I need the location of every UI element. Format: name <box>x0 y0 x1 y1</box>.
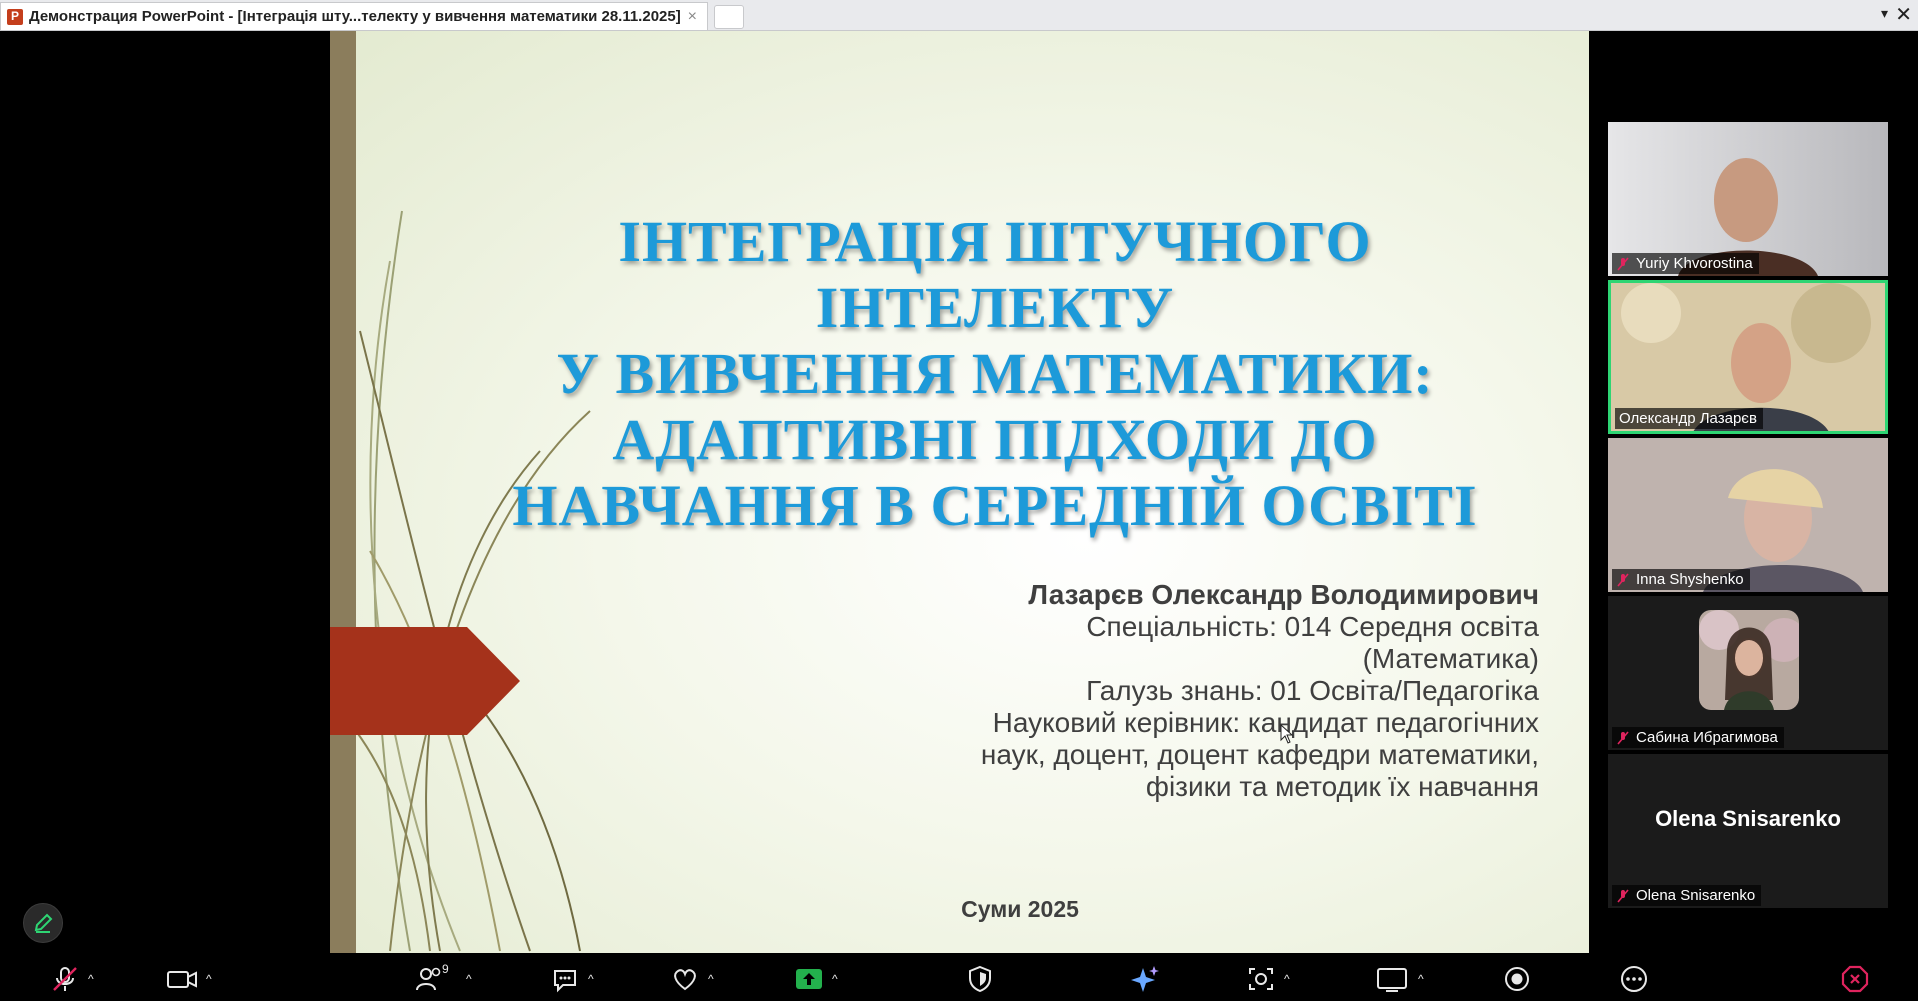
tab-title: Демонстрация PowerPoint - [Інтеграція шт… <box>29 8 681 25</box>
slide-title-line: АДАПТИВНІ ПІДХОДИ ДО <box>612 407 1378 472</box>
reactions-button[interactable]: ^ <box>670 964 714 994</box>
share-options-caret[interactable]: ^ <box>832 972 838 986</box>
video-camera-icon <box>167 971 197 988</box>
more-button[interactable] <box>1618 964 1650 994</box>
participants-count: 9 <box>442 962 449 976</box>
participants-options-caret[interactable]: ^ <box>466 972 472 986</box>
participant-name-tag: Inna Shyshenko <box>1612 569 1750 590</box>
slide-city-year: Суми 2025 <box>961 896 1079 922</box>
slide-author-info: Лазарєв Олександр Володимирович Спеціаль… <box>839 579 1539 803</box>
participant-tile[interactable]: Сабина Ибрагимова <box>1608 596 1888 750</box>
info-line: (Математика) <box>1362 643 1539 674</box>
leave-meeting-button[interactable] <box>1840 964 1870 994</box>
participant-name-tag: Olena Snisarenko <box>1612 885 1762 906</box>
leave-icon <box>1841 965 1869 993</box>
microphone-muted-icon <box>1617 888 1629 903</box>
slide-title: ІНТЕГРАЦІЯ ШТУЧНОГО ІНТЕЛЕКТУ У ВИВЧЕННЯ… <box>440 209 1550 539</box>
chat-icon <box>554 970 576 993</box>
annotate-button[interactable] <box>23 903 63 943</box>
participant-tile[interactable]: Inna Shyshenko <box>1608 438 1888 592</box>
slide-title-line: НАВЧАННЯ В СЕРЕДНІЙ ОСВІТІ <box>512 473 1478 538</box>
info-line: Галузь знань: 01 Освіта/Педагогіка <box>1086 675 1539 706</box>
participant-avatar <box>1699 610 1799 710</box>
microphone-muted-icon <box>1617 730 1629 745</box>
record-icon <box>1505 967 1529 991</box>
info-line: Науковий керівник: кандидат педагогічних <box>992 707 1539 738</box>
participant-display-name: Olena Snisarenko <box>1655 806 1841 831</box>
heart-icon <box>674 969 696 991</box>
shared-slide: ІНТЕГРАЦІЯ ШТУЧНОГО ІНТЕЛЕКТУ У ВИВЧЕННЯ… <box>330 31 1589 953</box>
chevron-down-icon[interactable]: ▾ <box>1881 5 1888 22</box>
reactions-options-caret[interactable]: ^ <box>708 972 714 986</box>
powerpoint-icon <box>7 8 23 25</box>
apps-button[interactable]: ^ <box>1246 964 1290 994</box>
mouse-cursor-icon <box>1280 724 1294 744</box>
chat-options-caret[interactable]: ^ <box>588 972 594 986</box>
share-screen-button[interactable]: ^ <box>794 964 838 994</box>
new-tab-button[interactable] <box>714 5 744 29</box>
window-close-icon[interactable]: ✕ <box>1895 2 1912 27</box>
participant-name-tag: Олександр Лазарєв <box>1615 408 1763 429</box>
info-line: Спеціальність: 014 Середня освіта <box>1086 611 1539 642</box>
shield-icon <box>969 965 991 993</box>
participant-name: Олександр Лазарєв <box>1619 410 1757 427</box>
microphone-muted-icon <box>1617 572 1629 587</box>
view-options-caret[interactable]: ^ <box>1418 972 1424 986</box>
sparkle-icon <box>1131 966 1159 992</box>
more-icon <box>1621 966 1647 992</box>
video-options-caret[interactable]: ^ <box>206 972 212 986</box>
screen-layout-icon <box>1377 968 1407 992</box>
slide-title-line: ІНТЕГРАЦІЯ ШТУЧНОГО ІНТЕЛЕКТУ <box>618 209 1372 340</box>
info-line: наук, доцент, доцент кафедри математики, <box>980 739 1539 770</box>
audio-options-caret[interactable]: ^ <box>88 972 94 986</box>
browser-tab-bar: Демонстрация PowerPoint - [Інтеграція шт… <box>0 0 1918 31</box>
view-button[interactable]: ^ <box>1376 964 1424 994</box>
video-button[interactable]: ^ <box>166 964 212 994</box>
participant-tile[interactable]: Olena Snisarenko Olena Snisarenko <box>1608 754 1888 908</box>
unmute-button[interactable]: ^ <box>50 964 94 994</box>
record-button[interactable] <box>1502 964 1532 994</box>
participants-button[interactable]: 9 ^ <box>414 962 472 994</box>
participant-name: Olena Snisarenko <box>1636 887 1756 904</box>
author-name: Лазарєв Олександр Володимирович <box>1028 579 1539 610</box>
title-arrow-shape <box>330 627 520 735</box>
ai-companion-button[interactable] <box>1130 964 1160 994</box>
participant-name: Inna Shyshenko <box>1636 571 1744 588</box>
participant-name: Сабина Ибрагимова <box>1636 729 1778 746</box>
participant-name: Yuriy Khvorostina <box>1636 255 1753 272</box>
participant-name-tag: Yuriy Khvorostina <box>1612 253 1759 274</box>
chat-button[interactable]: ^ <box>550 964 594 994</box>
participant-tile[interactable]: Yuriy Khvorostina <box>1608 122 1888 276</box>
tab-close-icon[interactable]: × <box>688 8 697 26</box>
participants-icon <box>416 967 441 991</box>
presentation-tab[interactable]: Демонстрация PowerPoint - [Інтеграція шт… <box>0 2 708 30</box>
apps-icon <box>1249 968 1273 990</box>
participant-name-tag: Сабина Ибрагимова <box>1612 727 1784 748</box>
slide-title-line: У ВИВЧЕННЯ МАТЕМАТИКИ: <box>556 341 1434 406</box>
apps-options-caret[interactable]: ^ <box>1284 972 1290 986</box>
pencil-icon <box>34 913 53 933</box>
participant-tile-active[interactable]: Олександр Лазарєв <box>1608 280 1888 434</box>
meeting-toolbar: ^ ^ 9 ^ ^ ^ ^ ^ ^ <box>0 956 1918 1001</box>
info-line: фізики та методик їх навчання <box>1145 771 1539 802</box>
microphone-muted-icon <box>53 967 77 991</box>
security-button[interactable] <box>965 964 995 994</box>
microphone-muted-icon <box>1617 256 1629 271</box>
share-screen-icon <box>796 969 822 989</box>
